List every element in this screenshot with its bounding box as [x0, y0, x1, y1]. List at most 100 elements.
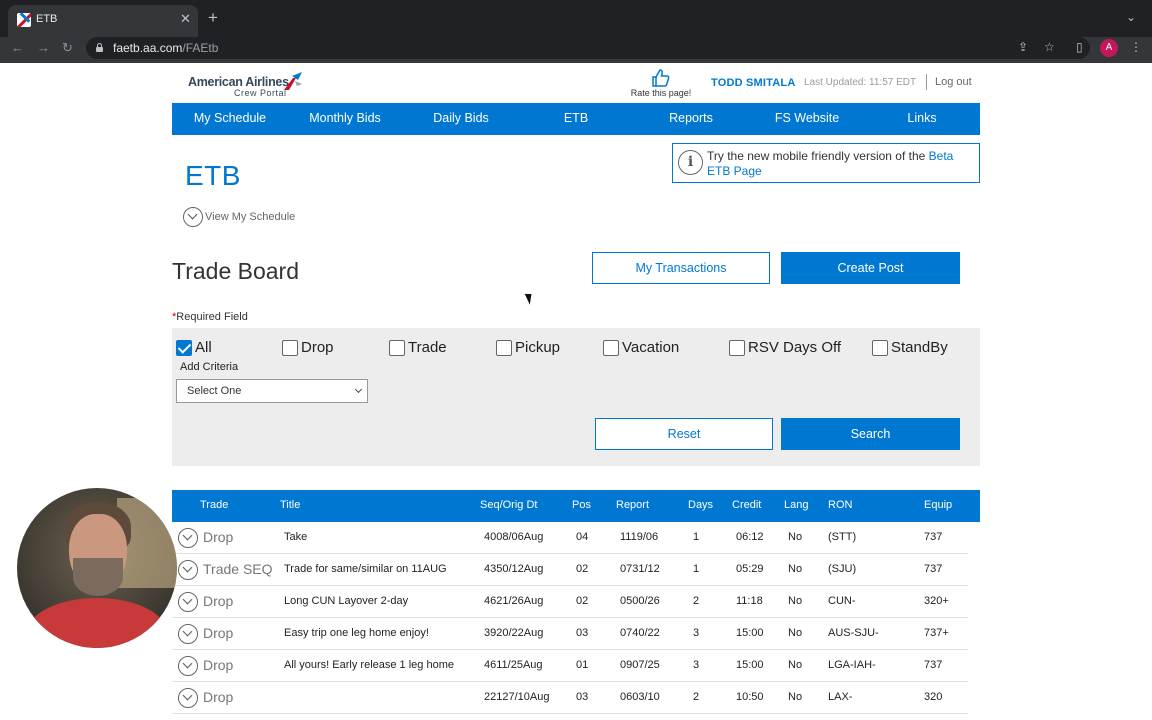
add-criteria-select[interactable]: Select One	[176, 379, 368, 403]
aa-logo[interactable]: American Airlines Crew Portal	[188, 72, 308, 98]
lang: No	[788, 659, 803, 671]
equip: 320+	[924, 595, 949, 607]
seq-orig-dt[interactable]: 4008/06Aug	[484, 531, 543, 543]
seq-orig-dt[interactable]: 4611/25Aug	[484, 659, 543, 671]
forward-icon[interactable]: →	[37, 40, 50, 55]
info-icon: i	[678, 150, 703, 175]
chevron-down-circle-icon[interactable]	[178, 560, 198, 580]
chevron-down-icon[interactable]: ⌄	[1126, 10, 1136, 24]
checkbox-checked-icon[interactable]	[176, 339, 192, 356]
logout-link[interactable]: Log out	[935, 76, 972, 88]
browser-toolbar: ← → ↻ faetb.aa.com/FAEtb ⇪ ☆ ▯ A ⋮	[0, 37, 1152, 63]
nav-monthly-bids[interactable]: Monthly Bids	[309, 111, 381, 125]
table-row[interactable]: Drop Long CUN Layover 2-day 4621/26Aug 0…	[172, 586, 968, 618]
chevron-down-circle-icon[interactable]	[178, 656, 198, 676]
col-credit[interactable]: Credit	[732, 499, 761, 511]
filter-rsv-days-off-checkbox[interactable]: RSV Days Off	[729, 339, 841, 357]
trade-title: All yours! Early release 1 leg home	[284, 659, 454, 671]
checkbox-icon[interactable]	[282, 339, 298, 356]
filter-vacation-checkbox[interactable]: Vacation	[603, 339, 679, 357]
share-icon[interactable]: ⇪	[1018, 40, 1028, 54]
add-criteria-label: Add Criteria	[180, 361, 239, 373]
table-row[interactable]: Drop 22127/10Aug 03 0603/10 2 10:50 No L…	[172, 682, 968, 714]
reload-icon[interactable]: ↻	[62, 40, 73, 56]
trade-type: Drop	[203, 593, 234, 609]
rate-page[interactable]: Rate this page!	[626, 68, 696, 98]
filter-all-checkbox[interactable]: All	[176, 339, 212, 357]
filter-panel: All Drop Trade Pickup Vacation RSV Days …	[172, 328, 980, 466]
user-name[interactable]: TODD SMITALA	[711, 77, 796, 89]
browser-tab[interactable]: ETB ✕	[8, 5, 198, 37]
report: 0731/12	[620, 563, 660, 575]
nav-my-schedule[interactable]: My Schedule	[194, 111, 266, 125]
divider	[926, 74, 927, 90]
pos: 03	[576, 691, 589, 703]
ron: (STT)	[828, 531, 857, 543]
seq-orig-dt[interactable]: 4621/26Aug	[484, 595, 543, 607]
tab-title: ETB	[36, 13, 58, 25]
credit: 10:50	[736, 691, 764, 703]
table-row[interactable]: Drop Easy trip one leg home enjoy! 3920/…	[172, 618, 968, 650]
col-report[interactable]: Report	[616, 499, 649, 511]
reset-button[interactable]: Reset	[595, 418, 773, 450]
col-equip[interactable]: Equip	[924, 499, 952, 511]
checkbox-icon[interactable]	[872, 339, 888, 356]
report: 0500/26	[620, 595, 660, 607]
filter-pickup-checkbox[interactable]: Pickup	[496, 339, 560, 357]
filter-drop-checkbox[interactable]: Drop	[282, 339, 334, 357]
close-icon[interactable]: ✕	[180, 11, 191, 27]
col-title[interactable]: Title	[280, 499, 300, 511]
trade-type: Drop	[203, 625, 234, 641]
chevron-down-circle-icon[interactable]	[178, 688, 198, 708]
equip: 320	[924, 691, 943, 703]
table-row[interactable]: Drop All yours! Early release 1 leg home…	[172, 650, 968, 682]
my-transactions-button[interactable]: My Transactions	[592, 252, 770, 284]
star-icon[interactable]: ☆	[1044, 40, 1055, 54]
col-days[interactable]: Days	[688, 499, 713, 511]
col-trade[interactable]: Trade	[200, 499, 228, 511]
rate-label: Rate this page!	[630, 88, 692, 98]
col-ron[interactable]: RON	[828, 499, 852, 511]
create-post-button[interactable]: Create Post	[781, 252, 960, 284]
required-field-note: *Required Field	[172, 311, 248, 323]
nav-etb[interactable]: ETB	[564, 111, 588, 125]
nav-reports[interactable]: Reports	[669, 111, 713, 125]
kebab-menu-icon[interactable]: ⋮	[1130, 40, 1142, 54]
trade-type: Drop	[203, 689, 234, 705]
checkbox-icon[interactable]	[496, 339, 512, 356]
new-tab-icon[interactable]: +	[208, 9, 218, 26]
filter-standby-checkbox[interactable]: StandBy	[872, 339, 948, 357]
trade-type: Drop	[203, 657, 234, 673]
nav-daily-bids[interactable]: Daily Bids	[433, 111, 489, 125]
chevron-down-circle-icon[interactable]	[178, 528, 198, 548]
brand-subtitle: Crew Portal	[234, 88, 287, 98]
view-my-schedule-label: View My Schedule	[205, 211, 296, 223]
address-bar[interactable]: faetb.aa.com/FAEtb ⇪ ☆	[86, 37, 1090, 59]
checkbox-icon[interactable]	[603, 339, 619, 356]
profile-avatar[interactable]: A	[1100, 39, 1118, 57]
sidebar-icon[interactable]: ▯	[1076, 40, 1083, 54]
chevron-down-circle-icon[interactable]	[178, 592, 198, 612]
chevron-down-circle-icon[interactable]	[178, 624, 198, 644]
seq-orig-dt[interactable]: 22127/10Aug	[484, 691, 549, 703]
flight-symbol-icon	[284, 72, 302, 90]
checkbox-icon[interactable]	[389, 339, 405, 356]
pos: 02	[576, 595, 589, 607]
seq-orig-dt[interactable]: 4350/12Aug	[484, 563, 543, 575]
seq-orig-dt[interactable]: 3920/22Aug	[484, 627, 543, 639]
last-updated: Last Updated: 11:57 EDT	[804, 77, 917, 88]
nav-fs-website[interactable]: FS Website	[775, 111, 839, 125]
browser-tab-bar: ETB ✕ + ⌄	[0, 0, 1152, 37]
checkbox-icon[interactable]	[729, 339, 745, 356]
table-row[interactable]: Drop Take 4008/06Aug 04 1119/06 1 06:12 …	[172, 522, 968, 554]
nav-links[interactable]: Links	[907, 111, 936, 125]
search-button[interactable]: Search	[781, 418, 960, 450]
mouse-cursor-icon	[524, 291, 536, 305]
view-my-schedule-toggle[interactable]: View My Schedule	[183, 207, 295, 227]
back-icon[interactable]: ←	[11, 40, 24, 55]
table-row[interactable]: Trade SEQ Trade for same/similar on 11AU…	[172, 554, 968, 586]
col-seq-orig-dt[interactable]: Seq/Orig Dt	[480, 499, 537, 511]
filter-trade-checkbox[interactable]: Trade	[389, 339, 447, 357]
col-lang[interactable]: Lang	[784, 499, 808, 511]
col-pos[interactable]: Pos	[572, 499, 591, 511]
